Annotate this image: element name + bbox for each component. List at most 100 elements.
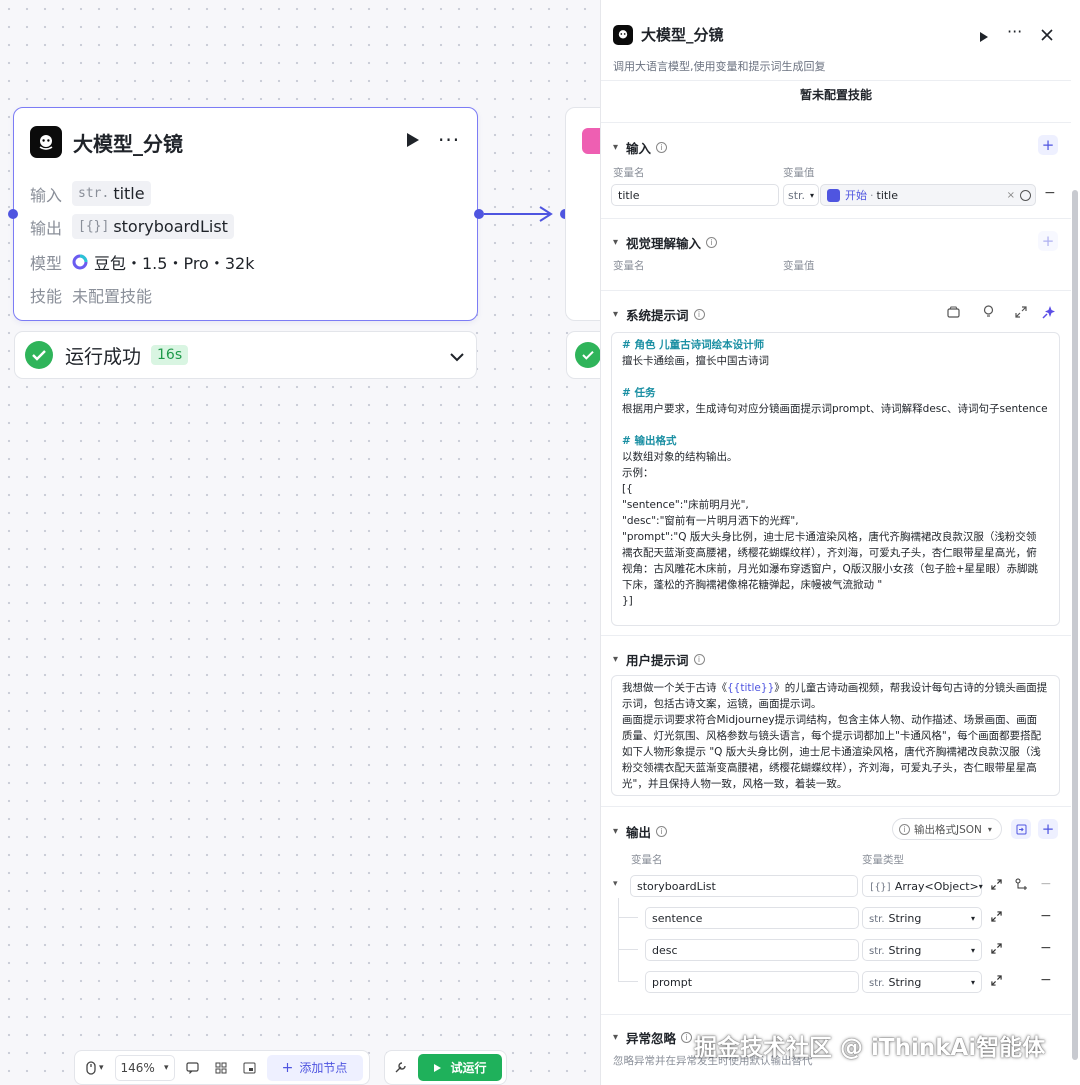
chevron-down-icon[interactable]: [450, 347, 464, 366]
chevron-down-icon: ▾: [613, 237, 619, 248]
output-child-name[interactable]: prompt: [645, 971, 859, 993]
user-prompt-line: 质量、灯光氛围、风格参数与镜头语言，每个提示词都加上"卡通风格"，每个画面都要搭…: [622, 730, 1042, 742]
node-output-label: 输出: [30, 218, 63, 238]
wrench-icon[interactable]: [389, 1055, 412, 1081]
output-root-type[interactable]: [{}] Array<Object> ▾: [862, 875, 983, 897]
node-run-status[interactable]: 运行成功 16s: [14, 331, 477, 379]
ref-field: title: [876, 188, 899, 202]
prompt-line: [622, 369, 1049, 385]
layout-icon[interactable]: [210, 1055, 232, 1081]
node-more-icon[interactable]: ···: [438, 128, 460, 152]
system-prompt-editor[interactable]: # 角色 儿童古诗词绘本设计师 擅长卡通绘画，擅长中国古诗词 # 任务 根据用户要求，…: [611, 332, 1060, 626]
input-name-field[interactable]: title: [611, 184, 779, 206]
remove-output-icon[interactable]: −: [1040, 876, 1052, 892]
info-icon: i: [656, 826, 668, 837]
comment-icon[interactable]: [181, 1055, 204, 1081]
remove-output-child-icon[interactable]: −: [1040, 972, 1052, 988]
remove-output-child-icon[interactable]: −: [1040, 940, 1052, 956]
output-col-type: 变量类型: [862, 854, 904, 866]
system-prompt-header[interactable]: ▾ 系统提示词 i: [613, 305, 705, 324]
array-type-icon: [{}]: [78, 219, 110, 234]
expand-icon[interactable]: [1015, 306, 1027, 321]
node-run-icon[interactable]: [406, 132, 420, 152]
output-child-name[interactable]: desc: [645, 939, 859, 961]
user-prompt-editor[interactable]: 我想做一个关于古诗《{{title}}》的儿童古诗动画视频，帮我设计每句古诗的分…: [611, 675, 1060, 796]
test-run-label: 试运行: [450, 1061, 487, 1075]
panel-scrollbar[interactable]: [1072, 190, 1078, 1060]
node-output-port[interactable]: [474, 209, 484, 219]
chevron-down-icon: ▾: [613, 142, 619, 153]
output-child-name[interactable]: sentence: [645, 907, 859, 929]
chevron-down-icon: ▾: [613, 826, 619, 837]
add-node-button[interactable]: + 添加节点: [266, 1054, 363, 1081]
input-name-value: title: [618, 188, 640, 202]
node-config-panel: 大模型_分镜 ··· 调用大语言模型,使用变量和提示词生成回复 暂未配置技能 ▾…: [600, 0, 1080, 1085]
node-model-value: 豆包・1.5・Pro・32k: [94, 254, 255, 273]
node-skill-row: 技能 未配置技能: [30, 283, 152, 307]
exception-section-header[interactable]: ▾ 异常忽略 i: [613, 1028, 693, 1047]
user-prompt-line: 示词，包括古诗文案，运镜，画面提示词。: [622, 698, 822, 710]
user-prompt-header[interactable]: ▾ 用户提示词 i: [613, 650, 705, 669]
expand-icon[interactable]: [991, 943, 1002, 957]
import-output-button[interactable]: [1011, 819, 1031, 839]
expand-icon[interactable]: [991, 879, 1002, 893]
remove-input-icon[interactable]: −: [1044, 185, 1056, 201]
output-root-type-value: Array<Object>: [894, 879, 979, 893]
output-section-header[interactable]: ▾ 输出 i: [613, 822, 668, 841]
panel-title: 大模型_分镜: [641, 26, 724, 44]
user-prompt-text: 》的儿童古诗动画视频，帮我设计每句古诗的分镜头画面提: [774, 682, 1048, 694]
expand-icon[interactable]: [991, 975, 1002, 989]
prompt-line: 下床，蓬松的齐胸襦裙像棉花糖弹起，床幔被气流掀动 ": [622, 579, 883, 591]
close-icon[interactable]: [1041, 26, 1053, 45]
user-prompt-line: 我想做一个关于古诗《{{title}}》的儿童古诗动画视频，帮我设计每句古诗的分…: [622, 680, 1049, 696]
output-format-select[interactable]: i 输出格式JSON ▾: [892, 818, 1002, 840]
ai-optimize-icon[interactable]: [1042, 305, 1056, 322]
output-section-title: 输出: [626, 825, 652, 840]
start-node-icon: [827, 188, 840, 202]
add-vision-button[interactable]: +: [1038, 231, 1058, 251]
info-icon: i: [706, 237, 718, 248]
play-icon: [434, 1063, 442, 1072]
status-time-badge: 16s: [151, 345, 189, 365]
clear-icon[interactable]: ×: [1007, 190, 1015, 201]
node-output-tag: [{}] storyboardList: [72, 214, 234, 239]
vision-section-header[interactable]: ▾ 视觉理解输入 i: [613, 233, 718, 252]
panel-header: 大模型_分镜: [613, 24, 724, 45]
minimap-icon[interactable]: [238, 1055, 261, 1081]
expand-icon[interactable]: [991, 911, 1002, 925]
array-type-icon: [{}]: [869, 881, 892, 893]
input-type-select[interactable]: str. ▾: [783, 184, 819, 206]
panel-more-icon[interactable]: ···: [1007, 22, 1022, 41]
plus-icon: +: [281, 1059, 294, 1076]
output-child-type[interactable]: str. String ▾: [862, 971, 982, 993]
output-child-name-value: prompt: [652, 975, 693, 989]
node-model-label: 模型: [30, 254, 63, 273]
add-output-button[interactable]: +: [1038, 819, 1058, 839]
node-title: 大模型_分镜: [73, 131, 183, 156]
node-skill-value: 未配置技能: [72, 287, 153, 306]
zoom-select[interactable]: 146% ▾: [114, 1054, 175, 1081]
bottom-toolbar: ▾ 146% ▾ + 添加节点: [74, 1050, 370, 1085]
output-child-type[interactable]: str. String ▾: [862, 939, 982, 961]
remove-output-child-icon[interactable]: −: [1040, 908, 1052, 924]
input-reference-field[interactable]: 开始 · title ×: [820, 184, 1036, 206]
lightbulb-icon[interactable]: [983, 305, 994, 321]
output-child-type[interactable]: str. String ▾: [862, 907, 982, 929]
panel-run-icon[interactable]: [979, 28, 989, 47]
mouse-mode-icon[interactable]: ▾: [81, 1055, 109, 1081]
chevron-down-icon[interactable]: ▾: [613, 879, 618, 889]
doubao-model-icon: [72, 254, 88, 270]
test-run-button[interactable]: 试运行: [418, 1054, 502, 1081]
add-child-icon[interactable]: [1015, 878, 1028, 894]
target-icon[interactable]: [1020, 189, 1031, 201]
input-section-header[interactable]: ▾ 输入 i: [613, 138, 668, 157]
llm-node-card[interactable]: 大模型_分镜 ··· 输入 str. title 输出 [{}] storyboar…: [13, 107, 478, 321]
node-input-port[interactable]: [8, 209, 18, 219]
prompt-library-icon[interactable]: [947, 306, 960, 321]
node-header: 大模型_分镜: [30, 126, 183, 158]
prompt-line: "sentence":"床前明月光",: [622, 499, 749, 511]
output-root-name[interactable]: storyboardList: [630, 875, 858, 897]
info-icon: i: [656, 142, 668, 153]
system-prompt-title: 系统提示词: [626, 308, 689, 323]
add-input-button[interactable]: +: [1038, 135, 1058, 155]
